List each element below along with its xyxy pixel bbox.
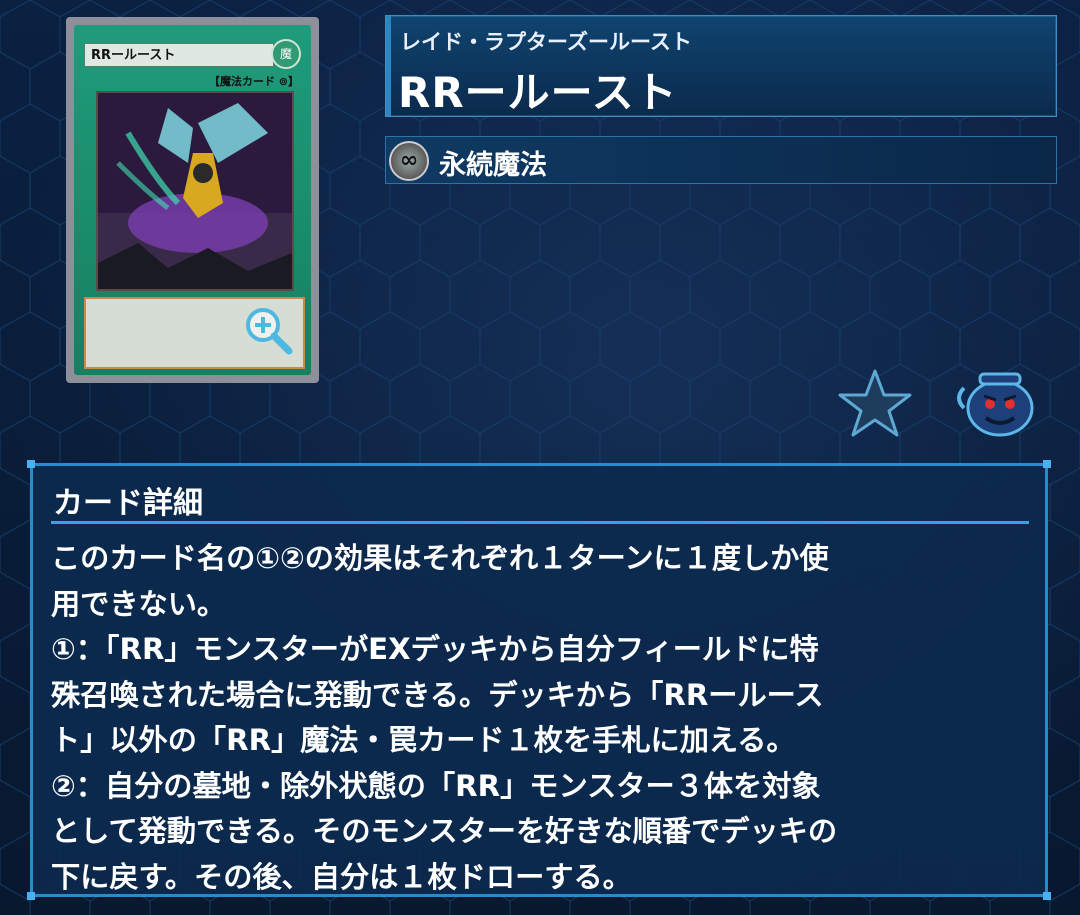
card-text-box [84, 297, 305, 369]
zoom-in-icon[interactable] [241, 303, 295, 357]
card-face: RRールースト 魔 【魔法カード ⊚】 [74, 25, 311, 375]
continuous-glyph: ∞ [399, 148, 419, 173]
pot-of-greed-icon[interactable] [954, 368, 1038, 438]
card-image[interactable]: RRールースト 魔 【魔法カード ⊚】 [66, 17, 319, 383]
card-effect-text: このカード名の①②の効果はそれぞれ１ターンに１度しか使 用できない。 ①：「RR… [51, 541, 838, 894]
corner-marker [1043, 892, 1051, 900]
card-name-ruby: レイド・ラプターズールースト [400, 30, 692, 54]
card-art-name: RRールースト [84, 43, 274, 67]
details-divider [51, 521, 1029, 524]
continuous-icon: ∞ [389, 141, 429, 181]
card-details-panel: カード詳細 このカード名の①②の効果はそれぞれ１ターンに１度しか使 用できない。… [27, 460, 1051, 900]
card-art-type: 【魔法カード ⊚】 [208, 75, 299, 88]
card-type-bar: ∞ 永続魔法 [385, 136, 1057, 184]
corner-marker [27, 892, 35, 900]
card-title: RRールースト [398, 68, 678, 117]
details-title: カード詳細 [53, 486, 203, 521]
star-icon[interactable] [838, 368, 912, 438]
corner-marker [1043, 460, 1051, 468]
card-type-label: 永続魔法 [439, 150, 547, 181]
spell-attribute-icon: 魔 [271, 39, 301, 69]
card-artwork [96, 91, 294, 291]
card-name-panel: レイド・ラプターズールースト RRールースト [385, 15, 1057, 117]
corner-marker [27, 460, 35, 468]
